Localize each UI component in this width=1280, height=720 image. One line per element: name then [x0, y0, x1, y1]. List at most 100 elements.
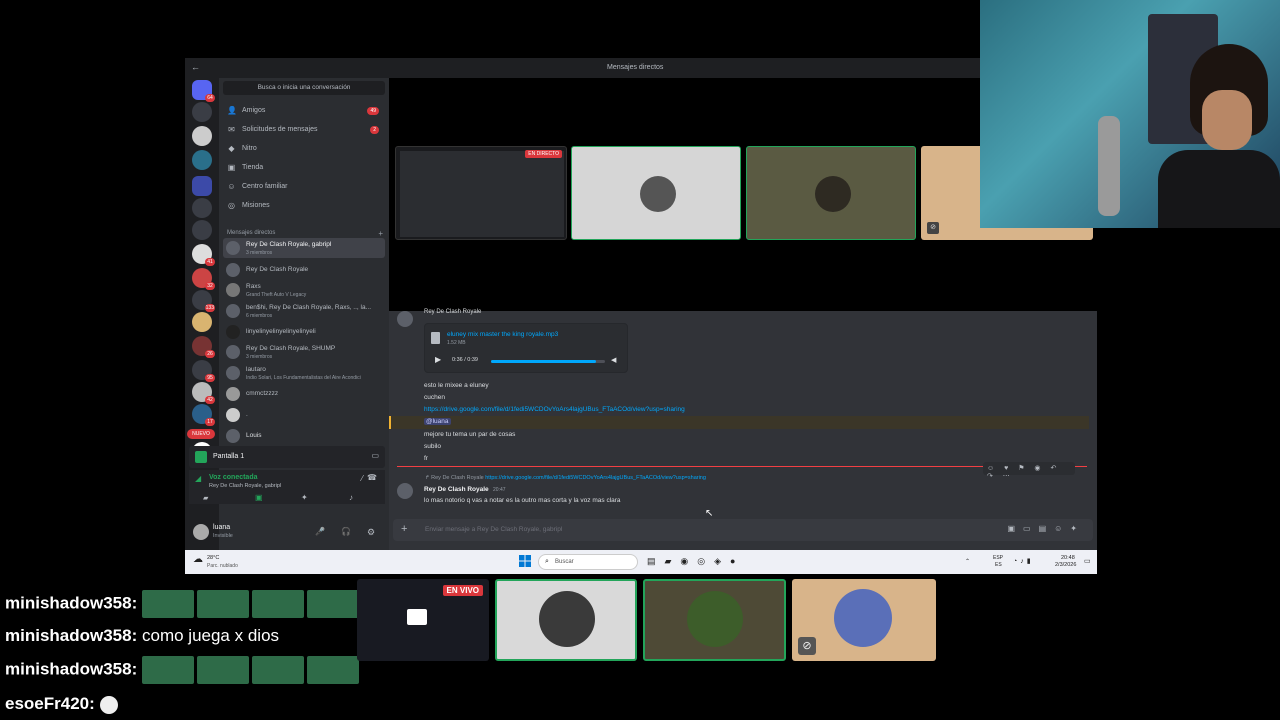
- participant-tile[interactable]: [746, 146, 916, 240]
- message-text: esto le mixee a eluney: [424, 382, 489, 389]
- live-badge: EN DIRECTO: [525, 150, 562, 158]
- dm-item[interactable]: .: [223, 405, 385, 425]
- stream-chat-line: minishadow358:: [5, 590, 362, 618]
- avatar: [226, 283, 240, 297]
- home-server-icon[interactable]: 64: [192, 80, 215, 102]
- nav-friends[interactable]: 👤 Amigos 49: [223, 102, 385, 119]
- server-icon[interactable]: [192, 150, 212, 170]
- popout-icon[interactable]: ▭: [371, 451, 379, 460]
- audio-progress-track[interactable]: [491, 360, 605, 363]
- clock-time[interactable]: 20:48: [1061, 555, 1075, 561]
- dm-section-header: Mensajes directos +: [227, 229, 383, 238]
- screen-share-panel: Pantalla 1 ▭: [189, 446, 385, 468]
- requests-count-badge: 2: [370, 126, 379, 134]
- search-conversation-button[interactable]: Busca o inicia una conversación: [223, 81, 385, 95]
- server-icon[interactable]: 26: [192, 336, 215, 358]
- microphone-icon[interactable]: 🎤: [315, 527, 325, 536]
- avatar[interactable]: [193, 524, 209, 540]
- server-icon[interactable]: 133: [192, 290, 215, 312]
- dm-item[interactable]: Rey De Clash Royale: [223, 260, 385, 280]
- server-icon[interactable]: 95: [192, 360, 215, 382]
- dm-item[interactable]: ben$hi, Rey De Clash Royale, Raxs, .., l…: [223, 301, 385, 321]
- headphones-icon[interactable]: 🎧: [341, 527, 351, 536]
- shop-icon: ▣: [227, 163, 236, 172]
- nitro-icon: ◆: [228, 144, 235, 153]
- avatar: [226, 263, 240, 277]
- settings-gear-icon[interactable]: ⚙: [367, 527, 375, 538]
- avatar: [815, 176, 851, 212]
- dm-item[interactable]: linyelinyelinyelinyelinyeli: [223, 322, 385, 342]
- nav-message-requests[interactable]: ✉ Solicitudes de mensajes 2: [223, 121, 385, 138]
- dm-item[interactable]: Raxs Grand Theft Auto V Legacy: [223, 280, 385, 300]
- back-arrow-icon[interactable]: ←: [191, 62, 200, 72]
- voice-panel: Pantalla 1 ▭ ◢ Voz conectada Rey De Clas…: [189, 446, 385, 514]
- message-link[interactable]: https://drive.google.com/file/d/1fedi5WC…: [424, 406, 685, 413]
- dm-item[interactable]: cmmctzzzz: [223, 384, 385, 404]
- noise-suppression-icon[interactable]: ⁄: [362, 474, 363, 483]
- tray-overflow-icon[interactable]: ⌃: [965, 558, 970, 565]
- message-actions-toolbar[interactable]: ☺ ♥ ⚑ ◉ ↶ ↷ ⋯: [983, 462, 1075, 480]
- server-folder-icon[interactable]: [192, 176, 212, 196]
- play-icon[interactable]: ▶: [435, 355, 441, 364]
- dm-item[interactable]: Rey De Clash Royale, gabripl 3 miembros: [223, 238, 385, 258]
- windows-start-icon[interactable]: [519, 555, 531, 567]
- taskbar-search[interactable]: ⌕ Buscar: [538, 554, 638, 570]
- activities-icon[interactable]: ✦: [301, 493, 308, 502]
- screen-share-label: Pantalla 1: [213, 453, 245, 460]
- monitor-icon: [407, 609, 427, 625]
- system-tray-icons[interactable]: ◔♪▮: [1013, 557, 1034, 565]
- search-placeholder: Buscar: [555, 559, 574, 565]
- language-indicator[interactable]: ESP: [993, 555, 1003, 561]
- nav-nitro[interactable]: ◆ Nitro: [223, 140, 385, 157]
- soundboard-icon[interactable]: ♪: [349, 493, 353, 502]
- camera-off-icon: ⊘: [927, 222, 939, 234]
- file-size: 1.52 MB: [447, 340, 466, 346]
- nav-family-center[interactable]: ☺ Centro familiar: [223, 178, 385, 195]
- camera-off-icon[interactable]: ▰: [203, 494, 208, 502]
- input-tools-icons[interactable]: ▣▭▤☺✦: [1007, 524, 1085, 533]
- search-icon: ⌕: [545, 558, 549, 565]
- new-badge: NUEVO: [187, 429, 215, 439]
- pinned-apps-icons[interactable]: ▤▰◉◎◈●: [647, 556, 745, 567]
- server-icon[interactable]: [192, 220, 212, 240]
- avatar: [226, 429, 240, 443]
- stream-tile[interactable]: EN DIRECTO: [395, 146, 567, 240]
- server-icon[interactable]: [192, 312, 212, 332]
- add-dm-icon[interactable]: +: [378, 229, 383, 238]
- user-status: Invisible: [213, 533, 233, 539]
- chat-panel: Rey De Clash Royale eluney mix master th…: [389, 309, 1097, 550]
- mention-highlight: @luana: [389, 416, 1089, 429]
- participant-tile[interactable]: [571, 146, 741, 240]
- dm-item[interactable]: lautaro Indio Solari, Los Fundamentalista…: [223, 363, 385, 383]
- mouse-cursor-icon: ↖: [705, 508, 714, 519]
- quests-icon: ◎: [228, 201, 235, 210]
- nav-quests[interactable]: ◎ Misiones: [223, 197, 385, 214]
- stream-chat-line: minishadow358:: [5, 656, 362, 684]
- server-icon[interactable]: 42: [192, 382, 215, 404]
- notifications-icon[interactable]: ▭: [1084, 557, 1091, 565]
- volume-icon[interactable]: ◀: [611, 356, 616, 364]
- user-mention[interactable]: @luana: [424, 418, 451, 425]
- add-attachment-icon[interactable]: +: [401, 523, 407, 535]
- participant-tile: ⊘: [792, 579, 936, 661]
- audio-time: 0:36 / 0:39: [452, 357, 478, 363]
- server-icon[interactable]: 32: [192, 268, 215, 290]
- camera-off-icon: ⊘: [798, 637, 816, 655]
- emote-image: [252, 656, 304, 684]
- avatar: [539, 591, 595, 647]
- dm-item[interactable]: Louis: [223, 426, 385, 446]
- nav-shop[interactable]: ▣ Tienda: [223, 159, 385, 176]
- file-name-link[interactable]: eluney mix master the king royale.mp3: [447, 331, 558, 338]
- screen-share-icon[interactable]: ▣: [255, 493, 263, 502]
- server-icon[interactable]: 17: [192, 404, 215, 426]
- server-icon[interactable]: [192, 198, 212, 218]
- server-icon[interactable]: 41: [192, 244, 215, 266]
- message-time: 20:47: [493, 487, 506, 493]
- server-icon[interactable]: [192, 102, 212, 122]
- server-icon[interactable]: [192, 126, 212, 146]
- disconnect-icon[interactable]: ☎: [367, 473, 377, 482]
- dm-item[interactable]: Rey De Clash Royale, SHUMP 3 miembros: [223, 342, 385, 362]
- voice-channel: Rey De Clash Royale, gabripl: [209, 483, 282, 489]
- message-input[interactable]: + Enviar mensaje a Rey De Clash Royale, …: [393, 519, 1093, 541]
- reply-preview[interactable]: ↱ Rey De Clash Royale https://drive.goog…: [425, 475, 706, 481]
